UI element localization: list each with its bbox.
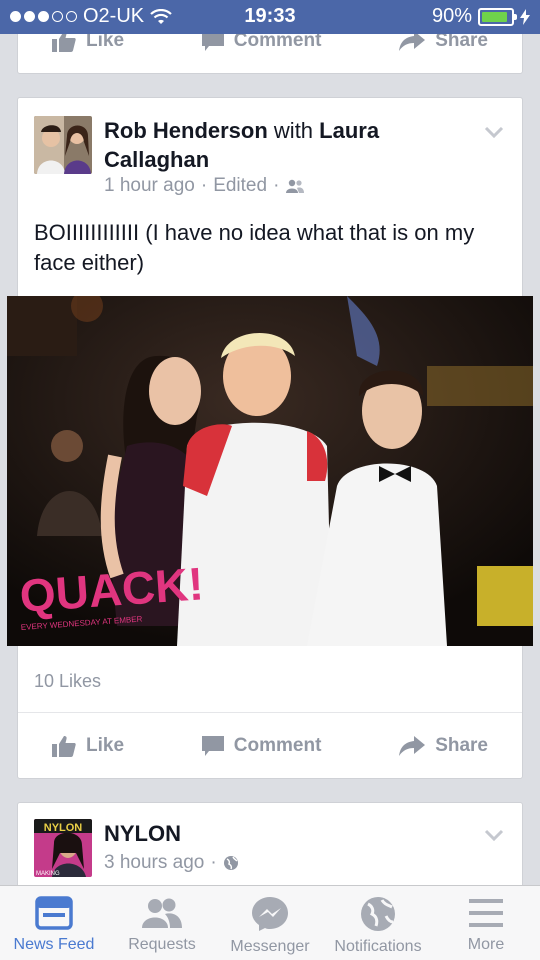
post-text: BOIIIIIIIIIIII (I have no idea what that… <box>34 220 475 275</box>
news-feed-icon <box>35 896 73 930</box>
share-arrow-icon <box>399 736 426 756</box>
thumbs-up-icon <box>52 736 76 757</box>
comment-icon <box>201 736 224 756</box>
svg-text:MAKING: MAKING <box>36 871 60 877</box>
post-author-line: NYLON <box>104 819 474 848</box>
divider <box>18 712 522 713</box>
svg-text:NYLON: NYLON <box>44 822 83 834</box>
author-name[interactable]: Rob Henderson <box>104 118 268 143</box>
post-photo[interactable]: QUACK! EVERY WEDNESDAY AT EMBER <box>7 296 533 646</box>
charging-bolt-icon <box>520 8 530 25</box>
post-options-chevron-icon[interactable] <box>484 829 504 841</box>
battery-icon <box>478 7 517 26</box>
post-meta: 1 hour ago · Edited · <box>104 175 305 197</box>
requests-icon <box>142 898 182 928</box>
share-button[interactable]: Share <box>399 735 488 757</box>
with-label: with <box>273 118 314 143</box>
post-meta: 3 hours ago · <box>104 852 239 874</box>
tab-bar: News Feed Requests Messenger Notificatio… <box>0 885 540 960</box>
globe-icon <box>223 856 238 870</box>
messenger-icon <box>252 897 288 931</box>
comment-button[interactable]: Comment <box>201 735 321 757</box>
tab-news-feed[interactable]: News Feed <box>0 886 108 960</box>
post-timestamp[interactable]: 1 hour ago <box>104 175 195 197</box>
like-button[interactable]: Like <box>52 735 124 757</box>
post-actions: Like Comment Share <box>18 714 522 778</box>
post-timestamp[interactable]: 3 hours ago <box>104 852 204 874</box>
author-avatar[interactable]: NYLON MAKING <box>34 819 92 877</box>
tab-requests[interactable]: Requests <box>108 886 216 960</box>
edited-label[interactable]: Edited <box>213 175 267 197</box>
battery-percent: 90% <box>431 5 472 27</box>
status-bar: O2-UK 19:33 90% <box>0 0 540 34</box>
share-arrow-icon <box>399 31 426 51</box>
tab-more[interactable]: More <box>432 886 540 960</box>
likes-count[interactable]: 10 Likes <box>34 671 101 692</box>
post-author-line: Rob Henderson with Laura Callaghan <box>104 116 474 174</box>
author-avatar[interactable] <box>34 116 92 174</box>
friends-icon <box>286 179 305 193</box>
globe-icon <box>361 897 395 931</box>
comment-icon <box>201 31 224 51</box>
post-options-chevron-icon[interactable] <box>484 126 504 138</box>
menu-icon <box>469 899 503 927</box>
author-name[interactable]: NYLON <box>104 821 181 846</box>
tab-notifications[interactable]: Notifications <box>324 886 432 960</box>
tab-messenger[interactable]: Messenger <box>216 886 324 960</box>
